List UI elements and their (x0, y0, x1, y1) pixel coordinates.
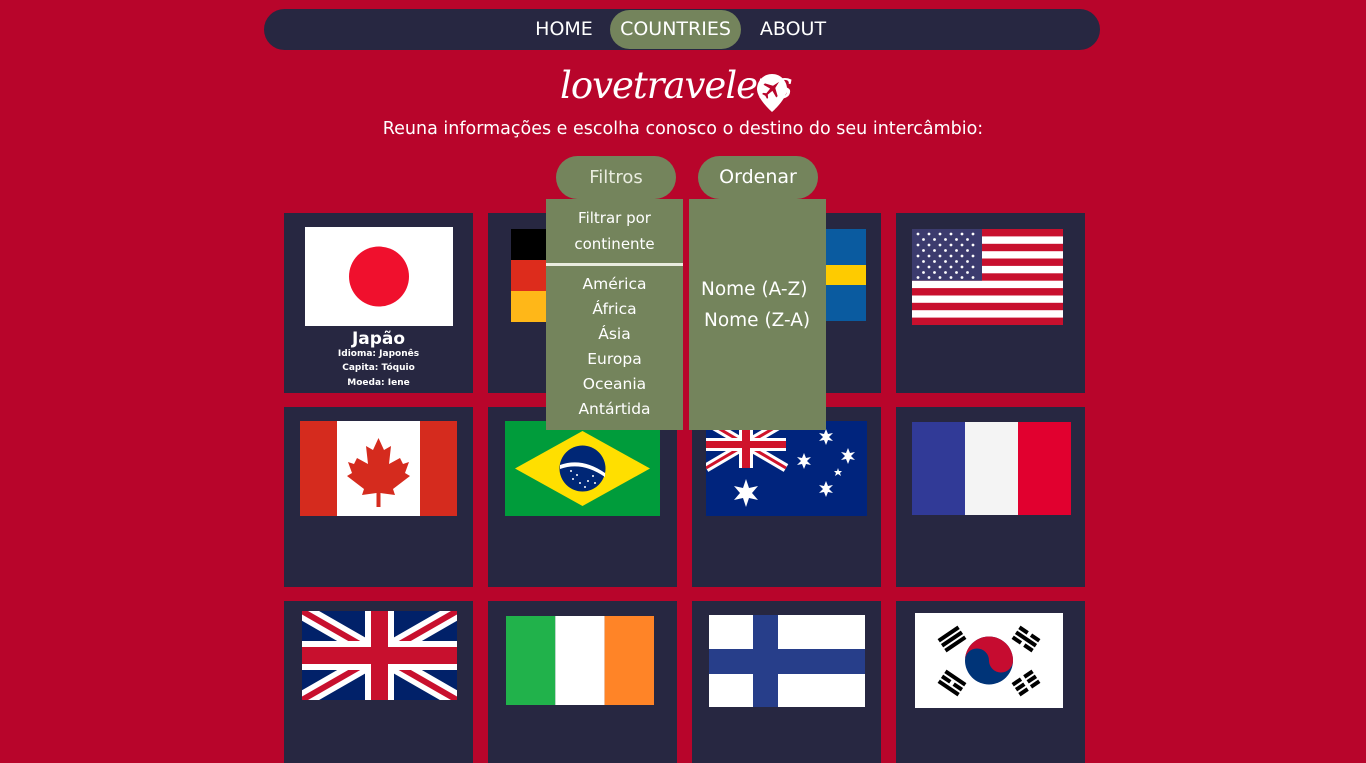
filter-button[interactable]: Filtros (556, 156, 676, 199)
filter-option-asia[interactable]: Ásia (546, 325, 683, 343)
country-card-canada[interactable] (284, 407, 473, 587)
nav-countries-link[interactable]: COUNTRIES (610, 10, 741, 49)
usa-flag-icon (912, 229, 1063, 325)
filter-option-africa[interactable]: África (546, 300, 683, 318)
country-name: Japão (351, 329, 406, 349)
sort-option-az[interactable]: Nome (A-Z) (701, 279, 807, 300)
brand-logo[interactable]: lovetravelers (556, 58, 806, 118)
filter-heading-line1: Filtrar por (578, 209, 651, 227)
country-card-ireland[interactable] (488, 601, 677, 763)
filter-option-oceania[interactable]: Oceania (546, 375, 683, 393)
country-currency: Moeda: Iene (347, 378, 410, 388)
uk-flag-icon (302, 611, 457, 700)
country-card-france[interactable] (896, 407, 1085, 587)
sort-button[interactable]: Ordenar (698, 156, 818, 199)
filter-heading-line2: continente (574, 235, 655, 253)
plane-pin-icon (757, 74, 787, 112)
nav-about-link[interactable]: ABOUT (757, 10, 829, 49)
country-card-usa[interactable] (896, 213, 1085, 393)
finland-flag-icon (709, 615, 865, 707)
ireland-flag-icon (506, 616, 654, 705)
country-card-finland[interactable] (692, 601, 881, 763)
france-flag-icon (912, 422, 1071, 515)
south-korea-flag-icon (915, 613, 1063, 708)
page-tagline: Reuna informações e escolha conosco o de… (382, 119, 984, 139)
country-capital: Capita: Tóquio (342, 363, 415, 373)
filter-option-america[interactable]: América (546, 275, 683, 293)
country-card-uk[interactable] (284, 601, 473, 763)
country-language: Idioma: Japonês (337, 349, 420, 359)
sort-option-za[interactable]: Nome (Z-A) (704, 310, 810, 331)
australia-flag-icon (706, 421, 867, 516)
filter-dropdown-menu: Filtrar por continente América África Ás… (546, 199, 683, 430)
country-card-australia[interactable] (692, 407, 881, 587)
nav-home-link[interactable]: HOME (532, 10, 596, 49)
country-card-brazil[interactable] (488, 407, 677, 587)
japan-flag-icon (305, 227, 453, 326)
filter-menu-heading: Filtrar por continente (546, 205, 683, 257)
top-navbar: HOME COUNTRIES ABOUT (264, 9, 1100, 50)
country-card-south-korea[interactable] (896, 601, 1085, 763)
filter-menu-divider (546, 263, 683, 266)
country-card-japan[interactable]: Japão Idioma: Japonês Capita: Tóquio Moe… (284, 213, 473, 393)
sort-dropdown-menu: Nome (A-Z) Nome (Z-A) (689, 199, 826, 430)
brazil-flag-icon (505, 421, 660, 516)
filter-option-antartida[interactable]: Antártida (546, 400, 683, 418)
canada-flag-icon (300, 421, 457, 516)
filter-option-europa[interactable]: Europa (546, 350, 683, 368)
